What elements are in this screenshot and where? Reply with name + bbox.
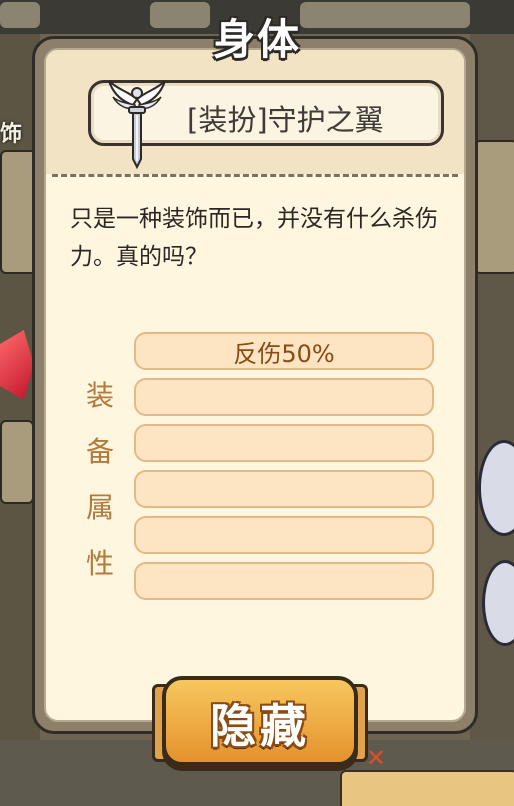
- popup-title: 身体: [212, 15, 301, 64]
- cross-mark-icon: ✕: [366, 744, 387, 772]
- side-card: [474, 140, 514, 274]
- side-label: 饰: [0, 122, 23, 147]
- attributes-label-char: 备: [85, 435, 114, 468]
- hide-button[interactable]: 隐藏: [152, 676, 368, 766]
- equipment-detail-panel: [装扮]守护之翼 只是一种装饰而已，并没有什么杀伤力。真的吗？ 装 备 属 性 …: [32, 36, 478, 734]
- attributes-label: 装 备 属 性: [80, 368, 120, 592]
- attribute-row: 反伤50%: [134, 332, 434, 370]
- sword-with-wings-icon: [108, 80, 166, 170]
- attribute-list: 反伤50%: [134, 332, 434, 608]
- attributes-label-char: 性: [85, 547, 114, 580]
- attribute-row: [134, 516, 434, 554]
- attributes-label-char: 装: [85, 379, 114, 412]
- item-name-plate: [装扮]守护之翼: [88, 80, 444, 170]
- hide-button-label[interactable]: 隐藏: [162, 690, 358, 756]
- attribute-row: [134, 378, 434, 416]
- side-card: [0, 420, 34, 504]
- attribute-row: [134, 562, 434, 600]
- attribute-row: [134, 470, 434, 508]
- attributes-label-char: 属: [85, 491, 114, 524]
- item-name: [装扮]守护之翼: [187, 103, 384, 137]
- dashed-divider: [52, 174, 458, 177]
- item-description: 只是一种装饰而已，并没有什么杀伤力。真的吗？: [70, 206, 438, 270]
- bottom-banner: [340, 770, 514, 806]
- panel-content: [装扮]守护之翼 只是一种装饰而已，并没有什么杀伤力。真的吗？ 装 备 属 性 …: [44, 48, 466, 722]
- attribute-row: [134, 424, 434, 462]
